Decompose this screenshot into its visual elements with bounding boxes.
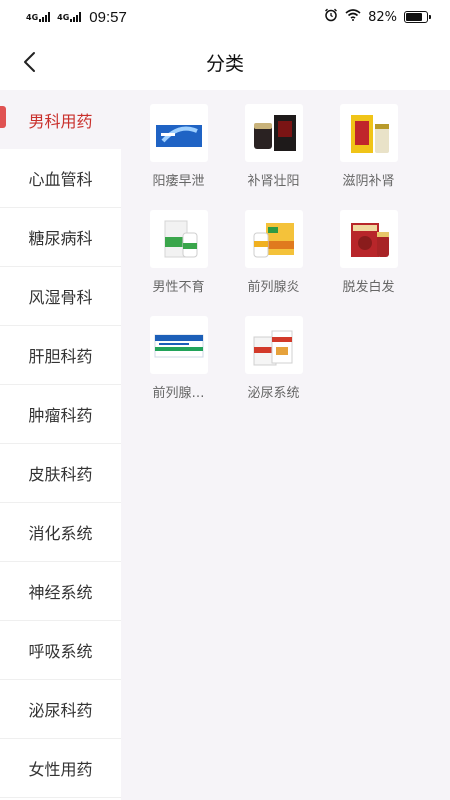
green-white-medicine-box-icon bbox=[149, 210, 208, 268]
subcategory-grid: 阳痿早泄 补肾壮阳 滋阴补肾 男性不育 前列腺炎 脱发白发 前列腺… 泌尿系统 bbox=[121, 90, 450, 422]
sidebar-item-nanke[interactable]: 男科用药 bbox=[0, 90, 121, 149]
network-4g-icon-2: 4G bbox=[57, 12, 82, 22]
battery-icon bbox=[404, 11, 431, 23]
subcategory-item[interactable]: 补肾壮阳 bbox=[226, 104, 321, 210]
sidebar-item-label: 神经系统 bbox=[28, 583, 93, 602]
subcategory-item[interactable]: 滋阴补肾 bbox=[321, 104, 416, 210]
sidebar-item-label: 皮肤科药 bbox=[28, 465, 93, 484]
sidebar-item-label: 肿瘤科药 bbox=[28, 406, 93, 425]
back-button[interactable] bbox=[14, 46, 46, 78]
subcategory-label: 男性不育 bbox=[152, 280, 205, 295]
sidebar-item-fengshi[interactable]: 风湿骨科 bbox=[0, 267, 121, 326]
blue-green-medicine-box-icon bbox=[149, 316, 208, 374]
chevron-left-icon bbox=[24, 52, 35, 72]
subcategory-item[interactable]: 阳痿早泄 bbox=[131, 104, 226, 210]
sidebar-item-gandan[interactable]: 肝胆科药 bbox=[0, 326, 121, 385]
sidebar-item-pifu[interactable]: 皮肤科药 bbox=[0, 444, 121, 503]
page-title: 分类 bbox=[205, 52, 244, 75]
subcategory-item[interactable]: 男性不育 bbox=[131, 210, 226, 316]
sidebar-item-label: 糖尿病科 bbox=[28, 229, 93, 248]
red-medicine-box-icon bbox=[339, 210, 398, 268]
sidebar-item-label: 泌尿科药 bbox=[28, 701, 93, 720]
subcategory-label: 前列腺… bbox=[152, 386, 205, 401]
status-left: 4G 4G 09:57 bbox=[26, 9, 127, 26]
sidebar-item-zhongliu[interactable]: 肿瘤科药 bbox=[0, 385, 121, 444]
subcategory-label: 泌尿系统 bbox=[247, 386, 300, 401]
subcategory-label: 补肾壮阳 bbox=[247, 174, 300, 189]
battery-percent: 82% bbox=[368, 9, 397, 25]
sidebar-item-huxi[interactable]: 呼吸系统 bbox=[0, 621, 121, 680]
white-red-medicine-box-icon bbox=[244, 316, 303, 374]
header: 分类 bbox=[0, 34, 450, 90]
network-label-1: 4G bbox=[26, 13, 39, 22]
subcategory-label: 脱发白发 bbox=[342, 280, 395, 295]
blue-medicine-box-icon bbox=[149, 104, 208, 162]
sidebar-item-miniao[interactable]: 泌尿科药 bbox=[0, 680, 121, 739]
black-medicine-box-icon bbox=[244, 104, 303, 162]
subcategory-item[interactable]: 前列腺炎 bbox=[226, 210, 321, 316]
sidebar-item-label: 消化系统 bbox=[28, 524, 93, 543]
subcategory-label: 阳痿早泄 bbox=[152, 174, 205, 189]
status-time: 09:57 bbox=[89, 8, 127, 26]
sidebar-item-xiaohua[interactable]: 消化系统 bbox=[0, 503, 121, 562]
sidebar-item-nvxing[interactable]: 女性用药 bbox=[0, 739, 121, 798]
category-sidebar: 男科用药 心血管科 糖尿病科 风湿骨科 肝胆科药 肿瘤科药 皮肤科药 消化系统 … bbox=[0, 90, 121, 800]
sidebar-item-xinxueguan[interactable]: 心血管科 bbox=[0, 149, 121, 208]
subcategory-item[interactable]: 前列腺… bbox=[131, 316, 226, 422]
status-right: 82% bbox=[324, 8, 431, 26]
category-content: 阳痿早泄 补肾壮阳 滋阴补肾 男性不育 前列腺炎 脱发白发 前列腺… 泌尿系统 bbox=[121, 90, 450, 800]
subcategory-label: 滋阴补肾 bbox=[342, 174, 395, 189]
status-bar: 4G 4G 09:57 82% bbox=[0, 0, 450, 34]
alarm-icon bbox=[324, 8, 338, 26]
sidebar-item-label: 心血管科 bbox=[28, 170, 93, 189]
sidebar-item-label: 男科用药 bbox=[28, 111, 93, 131]
subcategory-label: 前列腺炎 bbox=[247, 280, 300, 295]
sidebar-item-label: 呼吸系统 bbox=[28, 642, 93, 661]
wifi-icon bbox=[345, 9, 361, 25]
subcategory-item[interactable]: 泌尿系统 bbox=[226, 316, 321, 422]
network-label-2: 4G bbox=[57, 13, 70, 22]
sidebar-item-label: 风湿骨科 bbox=[28, 288, 93, 307]
sidebar-item-label: 女性用药 bbox=[28, 760, 93, 779]
sidebar-item-tangniaobing[interactable]: 糖尿病科 bbox=[0, 208, 121, 267]
network-4g-icon: 4G bbox=[26, 12, 51, 22]
subcategory-item[interactable]: 脱发白发 bbox=[321, 210, 416, 316]
yellow-orange-medicine-box-icon bbox=[244, 210, 303, 268]
sidebar-item-label: 肝胆科药 bbox=[28, 347, 93, 366]
yellow-red-medicine-box-icon bbox=[339, 104, 398, 162]
sidebar-item-shenjing[interactable]: 神经系统 bbox=[0, 562, 121, 621]
